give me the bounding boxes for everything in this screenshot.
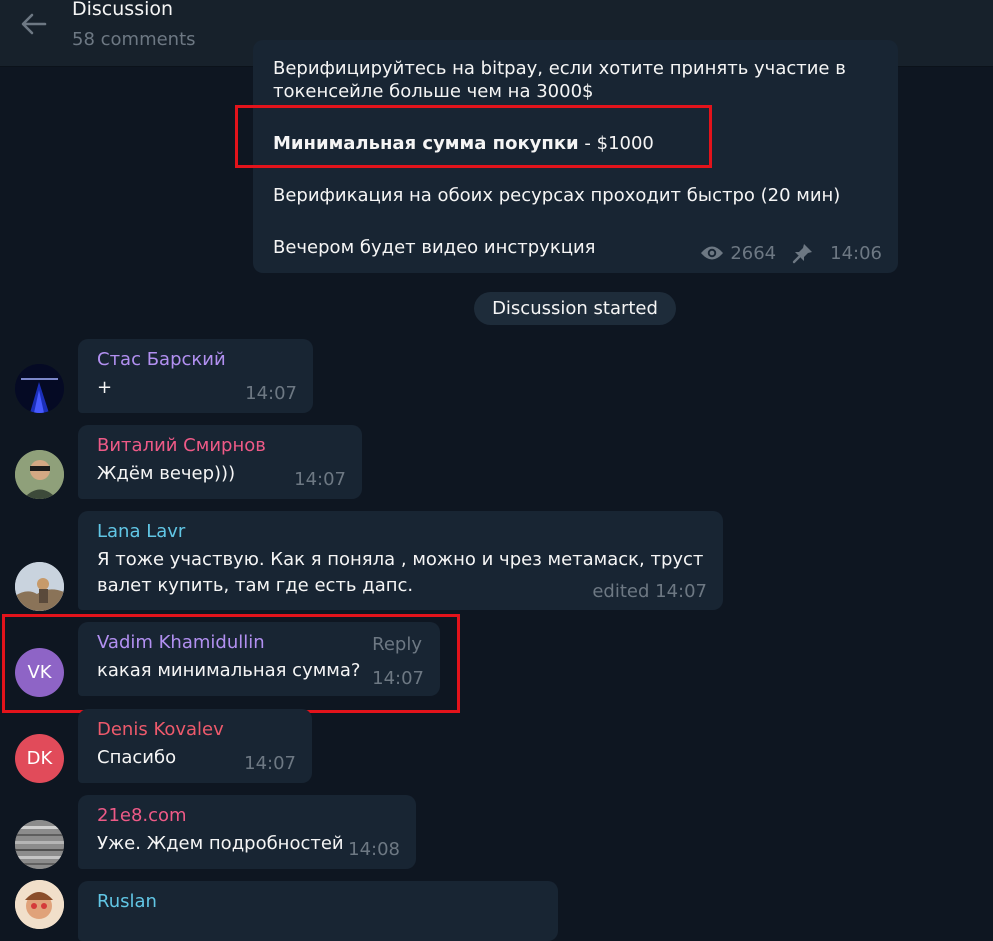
avatar[interactable] [15,820,64,869]
message-time: edited 14:07 [592,581,707,602]
message-time: 14:07 [244,753,296,774]
message-bubble[interactable]: Denis Kovalev Спасибо 14:07 [78,709,312,783]
message-bubble[interactable]: Виталий Смирнов Ждём вечер))) 14:07 [78,425,362,499]
avatar-initials: DK [26,748,53,769]
highlight-box [2,614,460,713]
message-text: + [97,377,113,398]
message-author[interactable]: 21e8.com [97,805,187,826]
message-bubble[interactable]: Стас Барский + 14:07 [78,339,313,413]
eye-icon [701,246,724,260]
views-count: 2664 [730,242,777,264]
post-meta: 2664 14:06 [700,242,882,264]
post-text-line: токенсейле больше чем на 3000$ [273,81,594,102]
comments-count: 58 comments [72,29,196,50]
message-author[interactable]: Ruslan [97,891,157,912]
post-time: 14:06 [830,242,882,264]
message-text: Спасибо [97,747,177,768]
post-evening: Вечером будет видео инструкция [273,237,596,258]
message-time: 14:07 [245,383,297,404]
message-author[interactable]: Lana Lavr [97,521,185,542]
message-bubble[interactable]: Lana Lavr Я тоже участвую. Как я поняла … [78,511,723,610]
avatar[interactable] [15,364,64,413]
arrow-left-icon [21,13,47,35]
message-author[interactable]: Стас Барский [97,349,226,370]
message-time: 14:08 [348,839,400,860]
avatar[interactable]: DK [15,734,64,783]
message-time: 14:07 [294,469,346,490]
post-verification: Верификация на обоих ресурсах проходит б… [273,185,841,206]
pin-icon [792,244,813,264]
avatar-image [15,450,64,499]
avatar-image [15,820,64,869]
avatar-image [15,562,64,611]
back-button[interactable] [16,8,52,40]
message-text: Я тоже участвую. Как я поняла , можно и … [97,549,704,570]
avatar-image [15,880,64,929]
message-text: Уже. Ждем подробностей [97,833,344,854]
avatar[interactable] [15,880,64,929]
message-bubble[interactable]: 21e8.com Уже. Ждем подробностей 14:08 [78,795,416,869]
message-bubble[interactable]: Ruslan [78,881,558,941]
discussion-started-label: Discussion started [474,292,676,325]
highlight-box [235,105,712,168]
message-author[interactable]: Виталий Смирнов [97,435,266,456]
page-title: Discussion [72,0,174,20]
message-author[interactable]: Denis Kovalev [97,719,224,740]
avatar[interactable] [15,450,64,499]
message-text: Ждём вечер))) [97,463,236,484]
message-text: валет купить, там где есть дапс. [97,575,414,596]
avatar[interactable] [15,562,64,611]
avatar-image [15,364,64,413]
